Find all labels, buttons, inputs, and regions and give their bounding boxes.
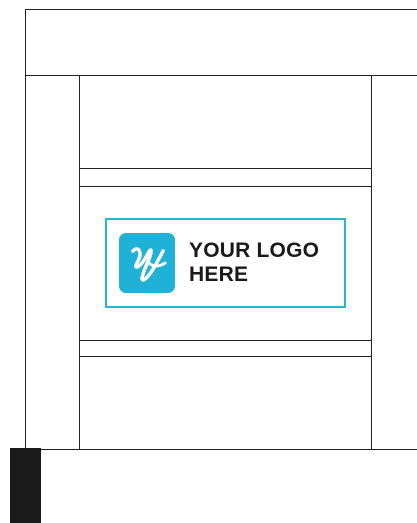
logo-text: YOUR LOGO HERE — [189, 239, 319, 287]
panel-divider-2 — [79, 186, 372, 187]
logo-text-line1: YOUR LOGO — [189, 239, 320, 262]
logo-placeholder: YOUR LOGO HERE — [105, 218, 346, 308]
panel-divider-1 — [79, 168, 372, 169]
logo-text-line2: HERE — [189, 263, 249, 286]
panel-divider-4 — [79, 356, 372, 357]
signature-y-icon — [119, 233, 175, 293]
dark-side-bar — [10, 448, 41, 523]
panel-divider-3 — [79, 340, 372, 341]
